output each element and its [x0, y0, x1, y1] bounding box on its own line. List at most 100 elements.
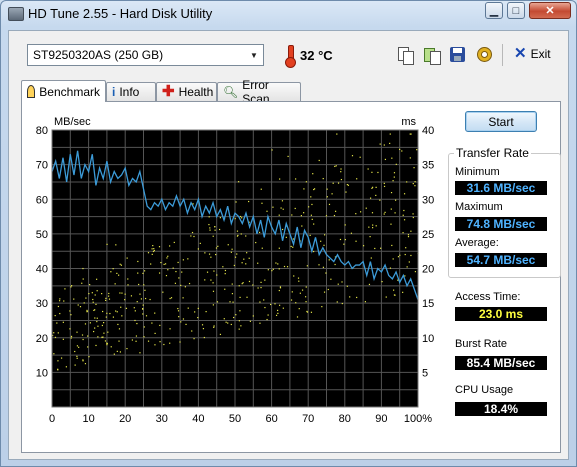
access-time-point: [190, 235, 192, 237]
access-time-point: [381, 281, 383, 283]
close-button[interactable]: ✕: [529, 2, 571, 19]
options-icon[interactable]: [474, 45, 494, 65]
access-time-point: [133, 307, 135, 309]
access-time-point: [291, 291, 293, 293]
access-time-point: [266, 318, 268, 321]
access-time-point: [206, 271, 209, 273]
access-time-point: [87, 346, 89, 348]
access-time-point: [216, 274, 218, 276]
access-time-point: [224, 273, 226, 275]
access-time-point: [140, 298, 143, 300]
access-time-point: [109, 312, 111, 315]
access-time-point: [306, 310, 308, 313]
access-time-point: [119, 292, 121, 294]
access-time-point: [259, 301, 261, 303]
access-time-point: [266, 210, 268, 212]
access-time-point: [178, 316, 180, 318]
access-time-point: [151, 253, 153, 255]
access-time-point: [158, 246, 161, 248]
drive-select[interactable]: ST9250320AS (250 GB) ▼: [27, 44, 264, 66]
access-time-point: [192, 203, 194, 205]
access-time-point: [81, 282, 83, 284]
health-icon: ✚: [162, 83, 175, 100]
access-time-point: [389, 142, 391, 145]
access-time-point: [277, 312, 279, 314]
access-time-point: [412, 216, 414, 219]
access-time-point: [330, 278, 332, 280]
access-time-point: [248, 280, 251, 283]
access-time-point: [56, 322, 58, 324]
access-time-point: [328, 259, 330, 261]
access-time-point: [318, 264, 320, 266]
access-time-point: [294, 207, 296, 210]
access-time-point: [277, 263, 279, 265]
access-time-point: [82, 278, 84, 280]
access-time-point: [278, 247, 280, 249]
access-time-point: [325, 272, 327, 274]
access-time-point: [393, 176, 395, 178]
access-time-point: [394, 212, 396, 214]
access-time-point: [241, 262, 243, 264]
access-time-point: [379, 199, 381, 201]
access-time-point: [264, 306, 266, 309]
start-button[interactable]: Start: [465, 111, 537, 132]
access-time-point: [204, 279, 206, 281]
access-time-point: [187, 307, 189, 309]
tab-label: Health: [178, 85, 214, 99]
exit-button[interactable]: ✕ Exit: [514, 46, 551, 61]
access-time-point: [79, 306, 82, 308]
error-scan-icon: 🔍︎: [223, 85, 239, 99]
x-tick-label: 30: [156, 413, 168, 425]
access-time-point: [115, 310, 117, 312]
access-time-point: [340, 171, 342, 173]
access-time-point: [233, 264, 235, 267]
copy-icon[interactable]: [396, 45, 416, 65]
access-time-point: [92, 298, 94, 301]
access-time-point: [416, 149, 418, 151]
access-time-point: [408, 261, 410, 263]
access-time-point: [322, 177, 324, 180]
tab-benchmark[interactable]: Benchmark: [21, 80, 106, 102]
copy-info-icon[interactable]: [422, 45, 442, 65]
x-tick-label: 100%: [404, 413, 432, 425]
minimize-button[interactable]: ▁: [485, 2, 503, 19]
access-time-point: [126, 347, 128, 350]
access-time-point: [322, 266, 325, 268]
access-time-point: [160, 261, 162, 264]
access-time-point: [391, 244, 393, 247]
access-time-point: [404, 253, 406, 256]
access-time-point: [401, 150, 403, 152]
access-time-point: [321, 306, 323, 308]
access-time-point: [136, 322, 138, 325]
x-tick-label: 60: [265, 413, 277, 425]
access-time-point: [64, 288, 66, 290]
access-time-point: [279, 178, 281, 180]
access-time-point: [402, 291, 404, 293]
save-icon[interactable]: [448, 45, 468, 65]
access-time-point: [182, 318, 185, 320]
access-time-point: [202, 328, 205, 330]
access-time-point: [278, 214, 280, 216]
access-time-point: [69, 310, 71, 312]
access-time-point: [222, 266, 224, 268]
access-time-point: [193, 235, 195, 238]
tab-error-scan[interactable]: 🔍︎ Error Scan: [217, 78, 301, 106]
cpu-usage-value: 18.4%: [455, 402, 547, 416]
exit-label: Exit: [530, 47, 551, 61]
access-time-point: [290, 245, 292, 248]
access-time-point: [94, 327, 96, 329]
tab-health[interactable]: ✚ Health: [156, 82, 217, 101]
access-time-point: [108, 298, 111, 300]
access-time-point: [77, 304, 79, 306]
maximize-button[interactable]: □: [507, 2, 525, 19]
access-time-point: [238, 328, 240, 330]
access-time-point: [219, 217, 221, 219]
title-bar[interactable]: HD Tune 2.55 - Hard Disk Utility ▁ □ ✕: [1, 1, 576, 27]
access-time-point: [305, 296, 307, 298]
y-left-axis-label: MB/sec: [54, 116, 91, 128]
tab-info[interactable]: i Info: [106, 82, 156, 101]
access-time-point: [326, 188, 328, 190]
access-time-point: [137, 272, 139, 274]
access-time-point: [267, 269, 269, 271]
access-time-point: [246, 252, 248, 254]
